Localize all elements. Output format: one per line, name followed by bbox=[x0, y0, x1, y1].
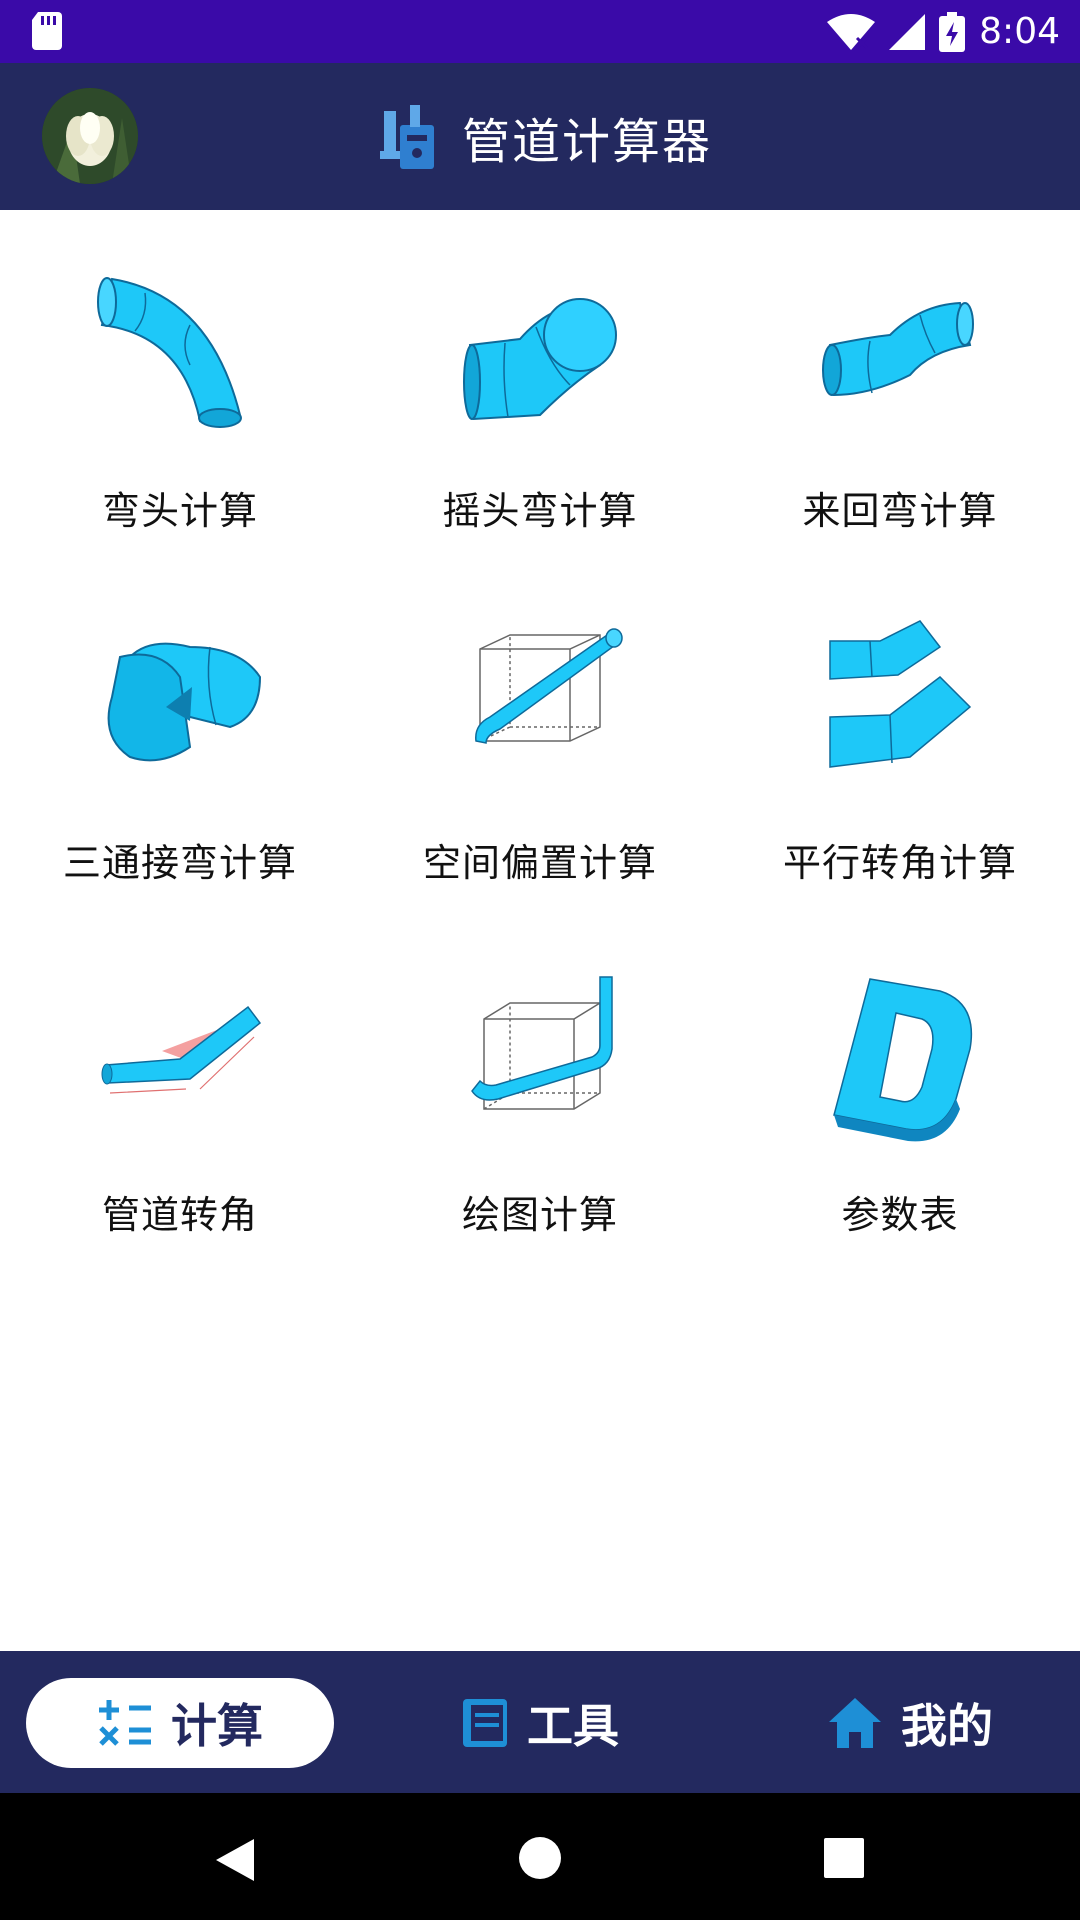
tool-swing-bend-calc[interactable]: 摇头弯计算 bbox=[360, 265, 720, 615]
parameter-table-icon bbox=[833, 978, 973, 1142]
pipe-corner-icon bbox=[101, 1005, 262, 1094]
tool-label: 管道转角 bbox=[101, 1193, 258, 1237]
tab-mine[interactable]: 我的 bbox=[800, 1678, 1020, 1768]
calculator-icon bbox=[99, 1700, 151, 1746]
app-logo-icon bbox=[380, 104, 434, 169]
tool-label: 三通接弯计算 bbox=[62, 841, 297, 885]
flower-avatar-image bbox=[42, 88, 138, 184]
avatar[interactable] bbox=[42, 88, 138, 184]
tool-parallel-turn-calc[interactable]: 平行转角计算 bbox=[720, 617, 1080, 967]
back-icon[interactable] bbox=[214, 1837, 256, 1883]
tool-label: 绘图计算 bbox=[461, 1193, 618, 1237]
drawing-calc-icon bbox=[471, 976, 613, 1110]
signal-icon bbox=[889, 13, 926, 50]
recents-icon[interactable] bbox=[824, 1838, 864, 1878]
bottom-navigation: 计算 工具 我的 bbox=[0, 1651, 1080, 1793]
tool-grid-area: 弯头计算 摇头弯计算 来回弯计算 三通接弯计算 空间偏置计算 平行转角计算 管道… bbox=[0, 210, 1080, 1650]
space-offset-icon bbox=[475, 628, 623, 744]
tab-label: 计算 bbox=[171, 1699, 263, 1753]
system-navigation-bar bbox=[0, 1793, 1080, 1920]
page-title: 管道计算器 bbox=[462, 113, 713, 170]
home-circle-icon[interactable] bbox=[518, 1836, 562, 1880]
status-time: 8:04 bbox=[979, 11, 1060, 52]
book-icon bbox=[463, 1699, 507, 1747]
offset-bend-icon bbox=[822, 301, 974, 397]
sd-card-icon bbox=[32, 12, 62, 50]
tool-label: 参数表 bbox=[841, 1193, 959, 1237]
tool-tee-elbow-calc[interactable]: 三通接弯计算 bbox=[0, 617, 360, 967]
battery-icon bbox=[939, 11, 966, 52]
app-bar: 管道计算器 bbox=[0, 63, 1080, 210]
tool-drawing-calc[interactable]: 绘图计算 bbox=[360, 969, 720, 1319]
tool-pipe-corner[interactable]: 管道转角 bbox=[0, 969, 360, 1319]
elbow-pipe-icon bbox=[97, 277, 242, 428]
tab-calculate[interactable]: 计算 bbox=[26, 1678, 334, 1768]
tab-label: 工具 bbox=[527, 1699, 619, 1753]
tab-tools[interactable]: 工具 bbox=[420, 1678, 660, 1768]
tool-label: 空间偏置计算 bbox=[422, 841, 657, 885]
tab-label: 我的 bbox=[901, 1699, 993, 1753]
tool-label: 平行转角计算 bbox=[782, 841, 1017, 885]
tool-label: 摇头弯计算 bbox=[442, 489, 638, 533]
tool-label: 来回弯计算 bbox=[802, 489, 998, 533]
wifi-icon bbox=[827, 13, 876, 50]
tool-label: 弯头计算 bbox=[101, 489, 258, 533]
swing-bend-icon bbox=[463, 298, 617, 421]
home-icon bbox=[829, 1698, 881, 1748]
tool-parameter-table[interactable]: 参数表 bbox=[720, 969, 1080, 1319]
tool-space-offset-calc[interactable]: 空间偏置计算 bbox=[360, 617, 720, 967]
tool-offset-bend-calc[interactable]: 来回弯计算 bbox=[720, 265, 1080, 615]
tee-elbow-icon bbox=[107, 642, 262, 762]
parallel-turn-icon bbox=[829, 620, 972, 768]
tool-elbow-calc[interactable]: 弯头计算 bbox=[0, 265, 360, 615]
status-bar: 8:04 bbox=[0, 0, 1080, 63]
